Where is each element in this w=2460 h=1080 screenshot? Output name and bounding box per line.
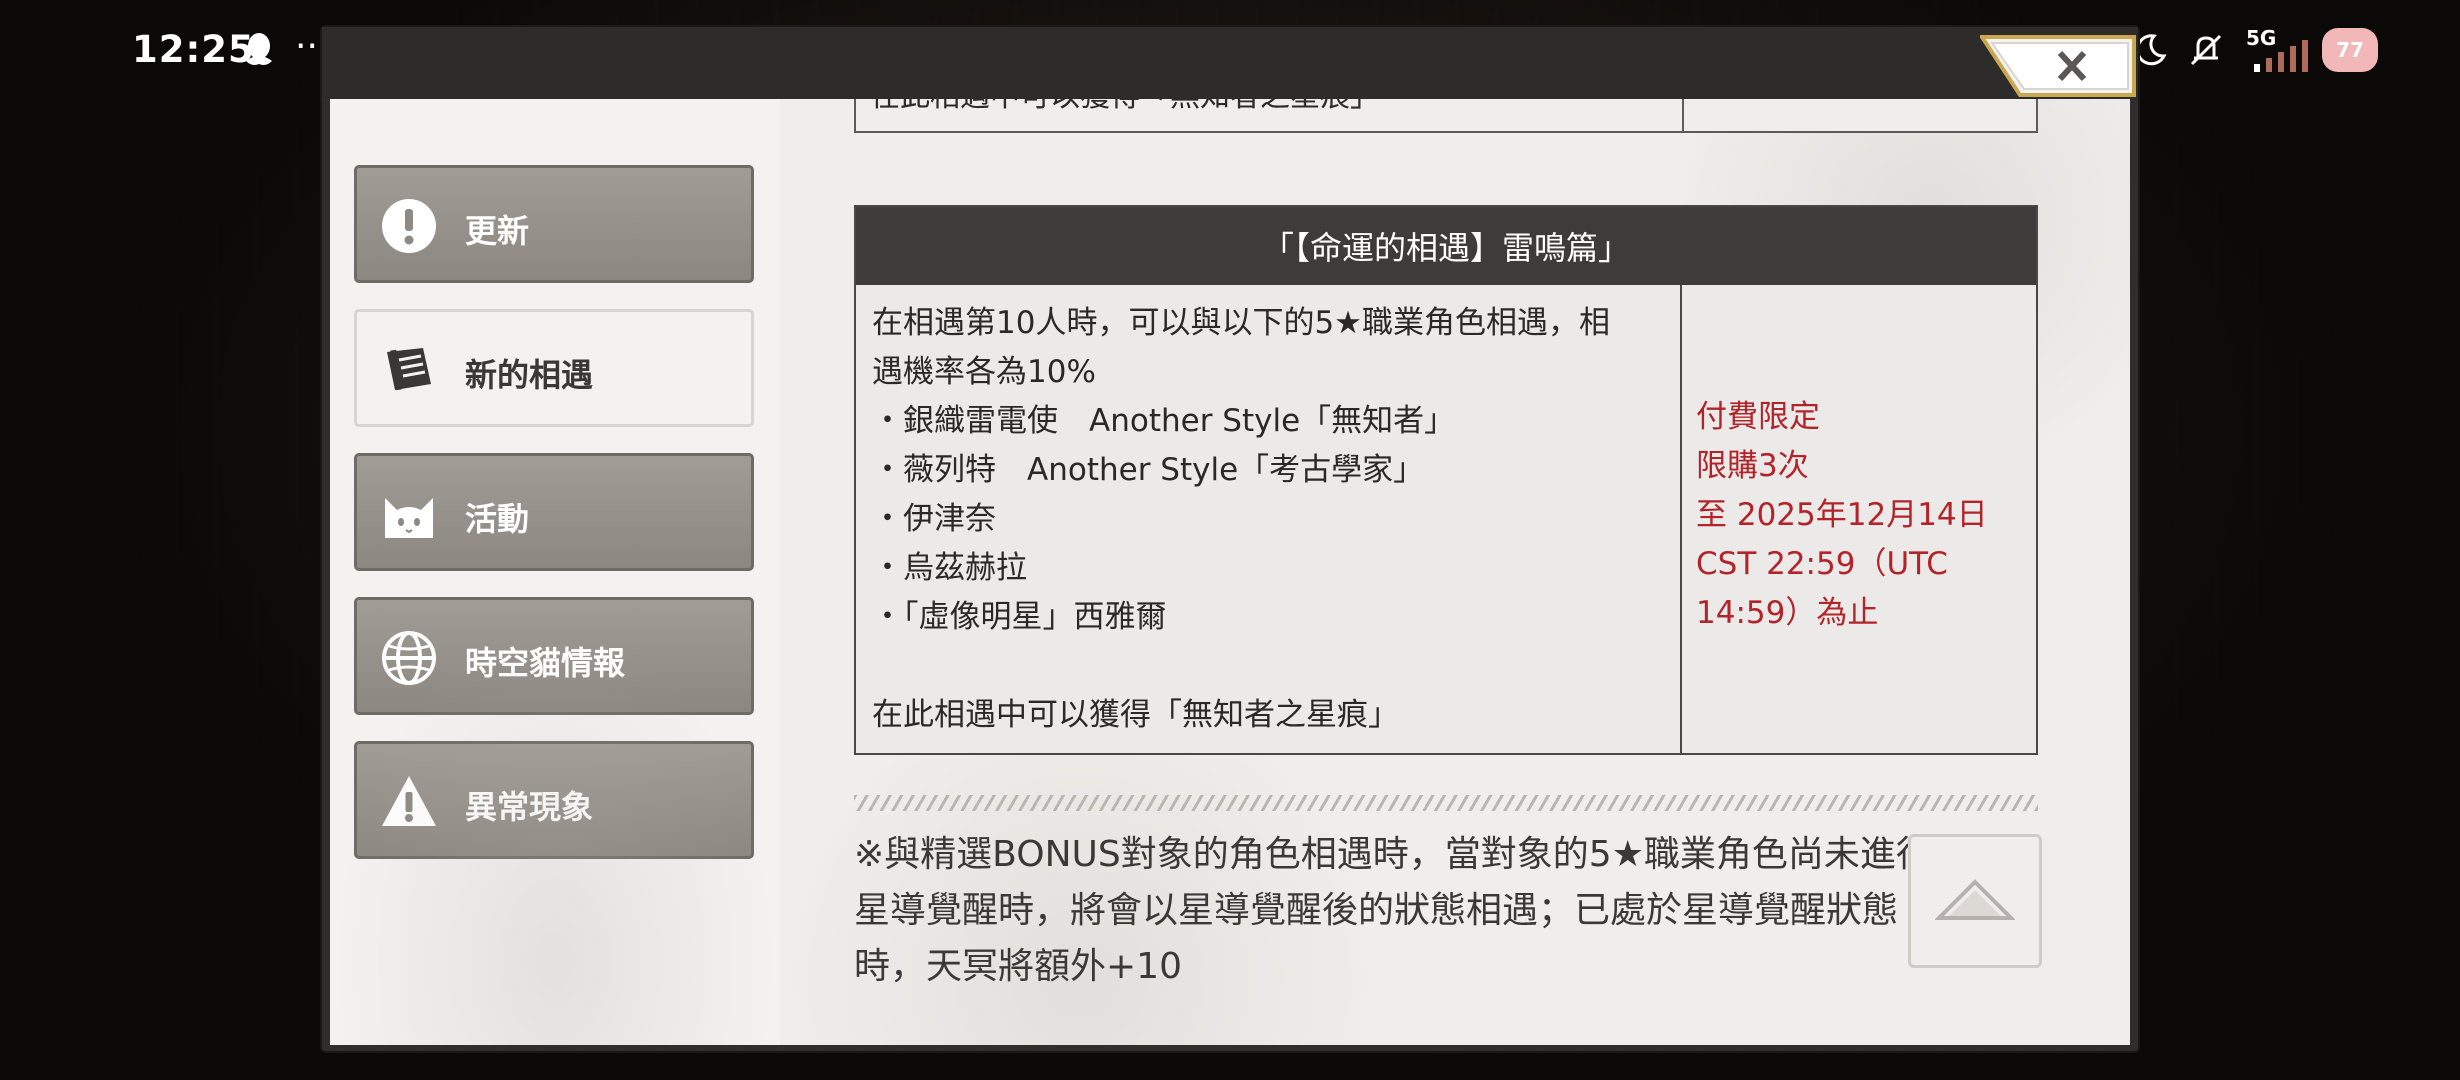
condition-line: 付費限定	[1696, 399, 1820, 435]
description-line: 遇機率各為10%	[872, 354, 1096, 390]
sidebar: 更新 新的相遇 活動 時空貓情報 異常現象	[330, 99, 780, 1045]
exclamation-icon	[382, 199, 436, 253]
condition-line: 限購3次	[1696, 448, 1809, 484]
sidebar-item-label: 新的相遇	[465, 356, 594, 394]
scroll-icon	[387, 348, 431, 391]
sidebar-item-updates[interactable]: 更新	[354, 165, 754, 283]
description-line	[872, 642, 1664, 691]
note-line: 星導覺醒時，將會以星導覺醒後的狀態相遇；已處於星導覺醒狀態	[854, 890, 1899, 931]
sidebar-item-time-cat-info[interactable]: 時空貓情報	[354, 597, 754, 715]
close-icon	[1978, 35, 2136, 97]
window-header	[322, 27, 2138, 99]
previous-row-text: 在此相遇中可以獲得「無知者之星痕」	[870, 99, 1380, 115]
description-line: ・伊津奈	[872, 501, 996, 537]
description-line: 在此相遇中可以獲得「無知者之星痕」	[872, 697, 1399, 733]
column-divider	[1682, 99, 1684, 133]
mute-icon	[2186, 30, 2226, 70]
scroll-to-top-button[interactable]	[1908, 834, 2042, 968]
hatched-divider	[854, 795, 2038, 811]
event-table: 「【命運的相遇】雷鳴篇」 在相遇第10人時，可以與以下的5★職業角色相遇，相 遇…	[854, 205, 2038, 755]
cat-icon	[385, 498, 433, 538]
sidebar-item-new-encounters[interactable]: 新的相遇	[354, 309, 754, 427]
globe-icon	[382, 631, 436, 685]
description-line: ・銀織雷電使 Another Style「無知者」	[872, 403, 1456, 439]
sidebar-item-label: 活動	[465, 500, 530, 538]
sidebar-item-label: 更新	[465, 212, 530, 250]
close-button[interactable]: ×	[1978, 35, 2136, 97]
condition-line: 14:59）為止	[1696, 595, 1879, 631]
sidebar-item-events[interactable]: 活動	[354, 453, 754, 571]
status-time: 12:25	[132, 28, 255, 71]
condition-line: 至 2025年12月14日	[1696, 497, 1988, 533]
event-conditions: 付費限定 限購3次 至 2025年12月14日 CST 22:59（UTC 14…	[1682, 285, 2036, 753]
sidebar-item-label: 異常現象	[465, 788, 594, 826]
warning-icon	[382, 776, 436, 826]
chevron-up-icon	[1935, 879, 2015, 920]
sidebar-item-anomalies[interactable]: 異常現象	[354, 741, 754, 859]
note-line: ※與精選BONUS對象的角色相遇時，當對象的5★職業角色尚未進行	[854, 834, 1932, 875]
event-description: 在相遇第10人時，可以與以下的5★職業角色相遇，相 遇機率各為10% ・銀織雷電…	[856, 285, 1682, 753]
event-title: 「【命運的相遇】雷鳴篇」	[856, 207, 2036, 285]
signal-icon	[2252, 36, 2312, 76]
battery-level: 77	[2336, 38, 2364, 62]
battery-indicator: 77	[2322, 28, 2378, 72]
window-body: 更新 新的相遇 活動 時空貓情報 異常現象 「【命運的相遇】雷鳴篇」 在相遇第1…	[330, 99, 2130, 1045]
qq-icon	[242, 30, 276, 70]
news-window: × 更新 新的相遇	[322, 27, 2138, 1051]
description-line: ・烏茲赫拉	[872, 550, 1027, 586]
sidebar-item-label: 時空貓情報	[465, 644, 626, 682]
description-line: ・薇列特 Another Style「考古學家」	[872, 452, 1425, 488]
description-line: ・「虛像明星」西雅爾	[872, 599, 1167, 635]
condition-line: CST 22:59（UTC	[1696, 546, 1948, 582]
previous-table-row: 在此相遇中可以獲得「無知者之星痕」	[854, 99, 2038, 133]
note-line: 時，天冥將額外+10	[854, 946, 1182, 987]
description-line: 在相遇第10人時，可以與以下的5★職業角色相遇，相	[872, 305, 1610, 341]
bonus-note: ※與精選BONUS對象的角色相遇時，當對象的5★職業角色尚未進行 星導覺醒時，將…	[854, 827, 2044, 995]
